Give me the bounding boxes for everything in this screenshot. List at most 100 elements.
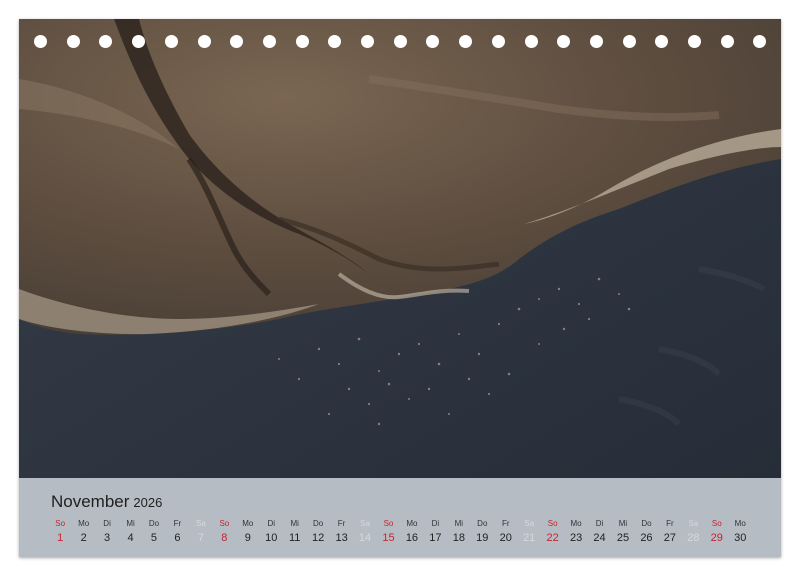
day-column: Mi 25 (611, 518, 634, 544)
weekday-label: Fr (501, 519, 510, 528)
weekday-label: Mo (570, 519, 582, 528)
binding-hole (491, 35, 505, 48)
day-number: 4 (127, 532, 134, 544)
day-column: Fr 6 (166, 518, 189, 544)
weekday-label: So (55, 519, 66, 528)
binding-hole (197, 35, 211, 48)
weekday-label: Sa (524, 519, 535, 528)
weekday-label: Fr (337, 519, 346, 528)
day-column: Sa 21 (518, 518, 541, 544)
day-column: Sa 28 (682, 518, 705, 544)
binding-hole (99, 35, 113, 48)
calendar-page: November 2026 So 1 Mo 2 Di 3 Mi 4 Do 5 Fr 6 Sa 7 So 8 Mo 9… (19, 19, 781, 557)
weekday-label: Fr (666, 519, 674, 528)
weekday-label: Do (641, 519, 652, 528)
weekday-label: Di (103, 519, 111, 528)
day-column: Mo 16 (400, 518, 423, 544)
day-column: Fr 13 (330, 518, 353, 544)
day-number: 9 (244, 532, 251, 544)
binding-hole (524, 35, 538, 48)
day-number: 6 (174, 532, 181, 544)
day-number: 27 (663, 532, 676, 544)
year-label: 2026 (133, 495, 163, 510)
day-column: Mo 23 (564, 518, 587, 544)
day-number: 5 (150, 532, 158, 544)
day-number: 21 (523, 532, 536, 544)
weekday-label: So (711, 519, 722, 528)
aerial-lake-photo (19, 19, 781, 478)
day-number: 10 (265, 532, 278, 544)
day-column: Di 17 (424, 518, 447, 544)
day-column: Mi 18 (447, 518, 470, 544)
day-number: 20 (499, 532, 512, 544)
binding-hole (459, 35, 473, 48)
day-column: Fr 20 (494, 518, 517, 544)
day-number: 24 (593, 532, 606, 544)
weekday-label: Di (595, 519, 604, 528)
weekday-label: Sa (195, 519, 206, 528)
weekday-label: Mi (290, 519, 299, 528)
weekday-label: Do (477, 519, 488, 528)
day-number: 14 (358, 532, 372, 544)
weekday-label: Mi (454, 519, 464, 528)
day-column: Sa 7 (189, 518, 212, 544)
day-column: So 1 (49, 518, 72, 544)
weekday-label: Do (313, 519, 324, 528)
day-column: Do 5 (142, 518, 165, 544)
binding-hole (361, 35, 374, 48)
binding-hole (688, 35, 701, 48)
day-column: So 29 (705, 518, 728, 544)
day-column: Mi 4 (119, 518, 142, 544)
weekday-label: Mo (78, 519, 90, 528)
calendar-strip: November 2026 So 1 Mo 2 Di 3 Mi 4 Do 5 Fr 6 Sa 7 So 8 Mo 9… (19, 478, 781, 557)
day-number: 3 (104, 532, 111, 544)
day-column: So 8 (213, 518, 236, 544)
day-number: 29 (710, 532, 723, 544)
day-column: Fr 27 (658, 518, 681, 544)
day-number: 11 (288, 532, 301, 544)
day-number: 25 (616, 532, 630, 544)
weekday-label: Mi (126, 519, 135, 528)
binding-hole (66, 35, 80, 48)
weekday-label: Di (431, 519, 440, 528)
weekday-label: Sa (688, 519, 699, 528)
day-column: Do 19 (471, 518, 494, 544)
binding-holes (19, 35, 781, 51)
binding-hole (753, 35, 767, 48)
day-column: Di 10 (260, 518, 283, 544)
day-column: Mi 11 (283, 518, 306, 544)
day-number: 26 (640, 532, 653, 544)
day-number: 1 (57, 532, 64, 544)
binding-hole (34, 35, 47, 48)
weekday-label: Mo (734, 519, 746, 528)
day-number: 19 (476, 532, 489, 544)
binding-hole (262, 35, 276, 48)
day-column: Mo 2 (72, 518, 95, 544)
binding-hole (655, 35, 669, 48)
month-title: November 2026 (51, 492, 162, 512)
day-number: 2 (80, 532, 87, 544)
weekday-label: Fr (173, 519, 182, 528)
binding-hole (589, 35, 603, 48)
day-number: 17 (429, 532, 442, 544)
weekday-label: So (219, 519, 230, 528)
binding-hole (164, 35, 178, 48)
day-column: Sa 14 (353, 518, 376, 544)
binding-hole (132, 35, 146, 48)
day-column: Do 12 (306, 518, 329, 544)
weekday-label: So (547, 519, 558, 528)
day-column: So 15 (377, 518, 400, 544)
day-number: 16 (405, 532, 419, 544)
weekday-label: Sa (360, 519, 370, 528)
binding-hole (557, 35, 571, 48)
day-number: 18 (452, 532, 465, 544)
month-name: November (51, 492, 130, 511)
weekday-label: Mo (242, 519, 254, 528)
binding-hole (720, 35, 734, 48)
weekday-label: Di (267, 519, 276, 528)
day-number: 30 (734, 532, 747, 544)
binding-hole (393, 35, 407, 48)
weekday-label: Mi (618, 519, 628, 528)
day-column: Di 3 (95, 518, 118, 544)
day-column: Mo 30 (729, 518, 752, 544)
